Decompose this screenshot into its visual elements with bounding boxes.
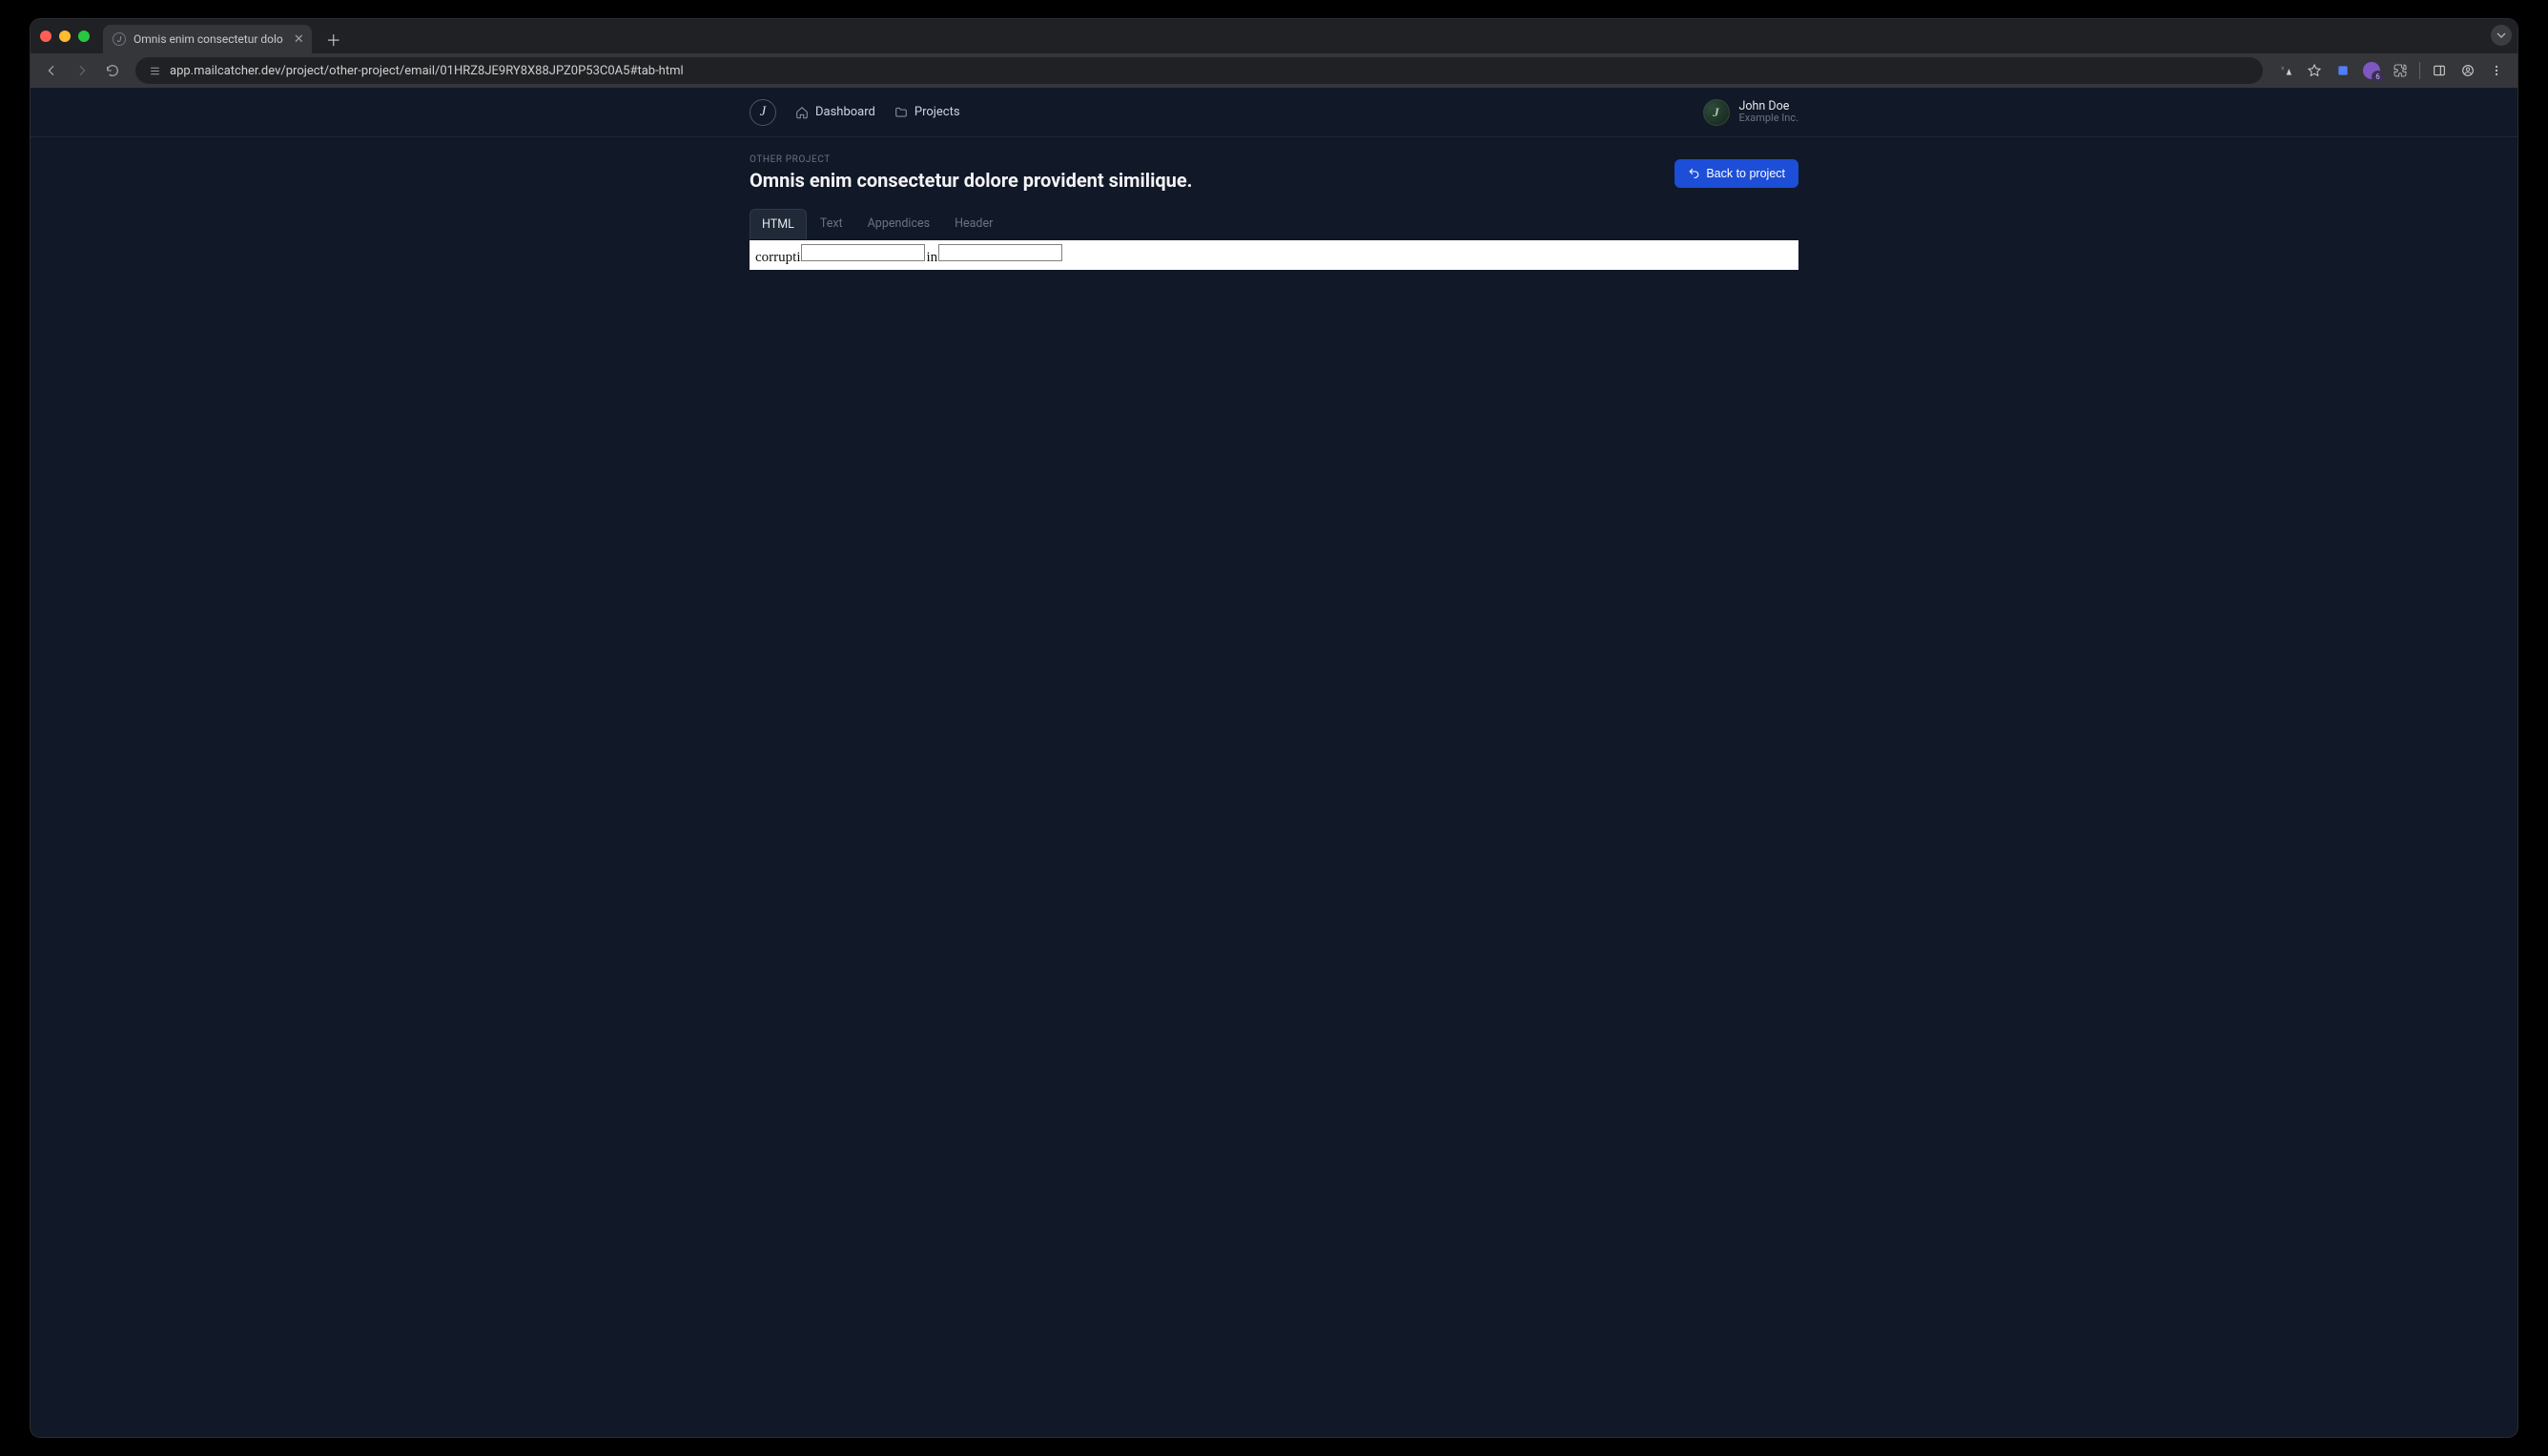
kebab-menu-icon[interactable] bbox=[2483, 57, 2510, 84]
nav-projects-label: Projects bbox=[914, 105, 960, 119]
omnibox[interactable]: app.mailcatcher.dev/project/other-projec… bbox=[135, 57, 2263, 84]
extension-icon-1[interactable] bbox=[2330, 57, 2356, 84]
html-body-text-2: in bbox=[926, 250, 937, 265]
brand-logo[interactable]: J bbox=[750, 99, 776, 126]
page-viewport: J Dashboard Projects J John Doe Example bbox=[31, 88, 2517, 1437]
page-body: OTHER PROJECT Omnis enim consectetur dol… bbox=[31, 137, 2517, 1437]
bookmark-star-icon[interactable] bbox=[2301, 57, 2328, 84]
account-icon[interactable] bbox=[2455, 57, 2481, 84]
nav-back-button[interactable] bbox=[38, 57, 65, 84]
back-to-project-button[interactable]: Back to project bbox=[1675, 159, 1798, 188]
side-panel-icon[interactable] bbox=[2426, 57, 2453, 84]
extensions-puzzle-icon[interactable] bbox=[2387, 57, 2414, 84]
nav-dashboard-label: Dashboard bbox=[815, 105, 875, 119]
toolbar-right bbox=[2272, 57, 2510, 84]
tab-favicon: J bbox=[113, 32, 126, 46]
translate-icon[interactable] bbox=[2272, 57, 2299, 84]
html-body-input-1[interactable] bbox=[801, 244, 925, 261]
content-tab-appendices[interactable]: Appendices bbox=[856, 209, 941, 239]
content-tabs: HTMLTextAppendicesHeader bbox=[750, 209, 1798, 240]
nav-projects-link[interactable]: Projects bbox=[894, 105, 960, 119]
window-minimize-button[interactable] bbox=[59, 31, 71, 42]
tab-close-icon[interactable]: ✕ bbox=[294, 32, 304, 47]
tab-title: Omnis enim consectetur dolo bbox=[134, 32, 283, 46]
folder-icon bbox=[894, 106, 908, 119]
profile-avatar-icon[interactable] bbox=[2358, 57, 2385, 84]
window-close-button[interactable] bbox=[40, 31, 51, 42]
home-icon bbox=[795, 106, 809, 119]
nav-reload-button[interactable] bbox=[99, 57, 126, 84]
nav-forward-button[interactable] bbox=[69, 57, 95, 84]
user-name: John Doe bbox=[1739, 100, 1798, 113]
content-tab-header[interactable]: Header bbox=[943, 209, 1004, 239]
page-title: Omnis enim consectetur dolore provident … bbox=[750, 169, 1192, 192]
nav-dashboard-link[interactable]: Dashboard bbox=[795, 105, 875, 119]
app-nav: J Dashboard Projects J John Doe Example bbox=[31, 88, 2517, 137]
address-bar: app.mailcatcher.dev/project/other-projec… bbox=[31, 53, 2517, 88]
html-body-input-2[interactable] bbox=[938, 244, 1062, 261]
html-preview-pane: corrupti in bbox=[750, 240, 1798, 270]
user-org: Example Inc. bbox=[1739, 113, 1798, 124]
toolbar-separator bbox=[2419, 62, 2420, 79]
tab-strip: J Omnis enim consectetur dolo ✕ ＋ bbox=[31, 19, 2517, 53]
new-tab-button[interactable]: ＋ bbox=[321, 27, 346, 51]
user-menu[interactable]: J John Doe Example Inc. bbox=[1703, 99, 1798, 126]
user-avatar: J bbox=[1703, 99, 1730, 126]
traffic-lights bbox=[40, 31, 90, 42]
content-tab-html[interactable]: HTML bbox=[750, 209, 807, 239]
content-tab-text[interactable]: Text bbox=[809, 209, 854, 239]
back-to-project-label: Back to project bbox=[1706, 167, 1785, 180]
page-header: OTHER PROJECT Omnis enim consectetur dol… bbox=[750, 154, 1798, 192]
html-body-text-1: corrupti bbox=[755, 250, 800, 265]
browser-tab[interactable]: J Omnis enim consectetur dolo ✕ bbox=[103, 25, 312, 53]
undo-arrow-icon bbox=[1688, 167, 1700, 179]
omnibox-url: app.mailcatcher.dev/project/other-projec… bbox=[170, 64, 684, 78]
window-zoom-button[interactable] bbox=[78, 31, 90, 42]
breadcrumb: OTHER PROJECT bbox=[750, 154, 1192, 165]
browser-window: J Omnis enim consectetur dolo ✕ ＋ app.ma… bbox=[31, 19, 2517, 1437]
site-info-icon[interactable] bbox=[147, 63, 162, 78]
tab-overflow-button[interactable] bbox=[2491, 25, 2512, 46]
